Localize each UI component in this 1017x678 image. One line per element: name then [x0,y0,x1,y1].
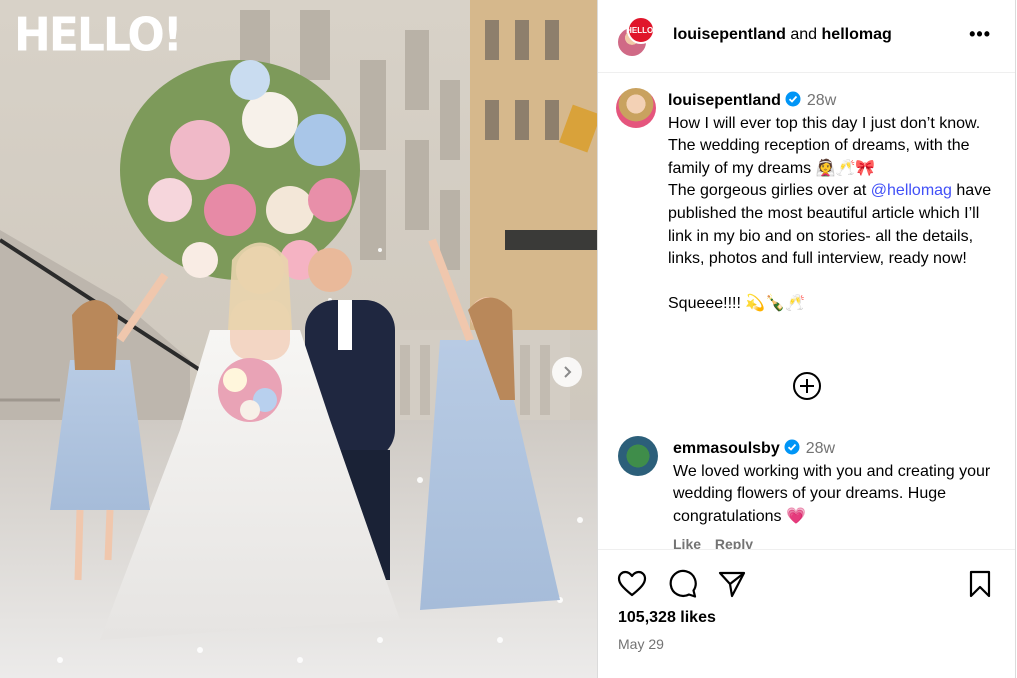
caption-timestamp[interactable]: 28w [807,92,836,109]
like-button[interactable] [616,568,648,600]
share-button[interactable] [716,568,748,600]
caption-username[interactable]: louisepentland [668,92,781,109]
avatar[interactable] [618,436,658,476]
hello-magazine-logo: HELLO! [14,8,183,63]
comment-text: We loved working with you and creating y… [673,462,991,525]
avatar-hellomag[interactable]: HELLO! [626,16,656,44]
wedding-photo-illustration [0,0,597,678]
comment-like-button[interactable]: Like [673,536,701,550]
save-button[interactable] [964,568,996,600]
comment-bubble-icon [669,569,697,598]
verified-badge-icon [785,91,801,107]
verified-badge-icon [784,439,800,455]
collab-avatars[interactable]: HELLO! [616,16,656,58]
next-photo-button[interactable] [552,357,582,387]
chevron-right-icon [564,366,572,378]
author-username-2[interactable]: hellomag [822,26,892,43]
bookmark-icon [969,570,991,598]
caption-text: How I will ever top this day I just don’… [668,113,1003,316]
heart-icon [617,570,647,597]
more-options-button[interactable]: ••• [969,24,991,45]
paper-plane-icon [718,571,746,598]
comment-actions: Like Reply [673,536,763,550]
post-date[interactable]: May 29 [618,636,664,652]
post-actions-bar [598,549,1015,598]
add-circle-icon [793,372,821,400]
post-header: HELLO! louisepentland and hellomag ••• [598,0,1015,73]
author-username-1[interactable]: louisepentland [673,26,786,43]
post-authors: louisepentland and hellomag [673,26,892,44]
likes-count[interactable]: 105,328 likes [618,609,716,627]
avatar[interactable] [616,88,656,128]
load-more-comments-button[interactable] [792,371,822,401]
comment-timestamp[interactable]: 28w [806,440,835,457]
post-side-panel: HELLO! louisepentland and hellomag ••• l… [597,0,1016,678]
post-photo[interactable]: HELLO! [0,0,597,678]
caption-text-part-2: have published the most beautiful articl… [668,182,992,313]
comment-button[interactable] [666,568,698,600]
authors-joiner: and [790,26,818,43]
mention-link[interactable]: @hellomag [871,182,952,199]
comment-username[interactable]: emmasoulsby [673,440,780,457]
comment-reply-button[interactable]: Reply [715,536,753,550]
